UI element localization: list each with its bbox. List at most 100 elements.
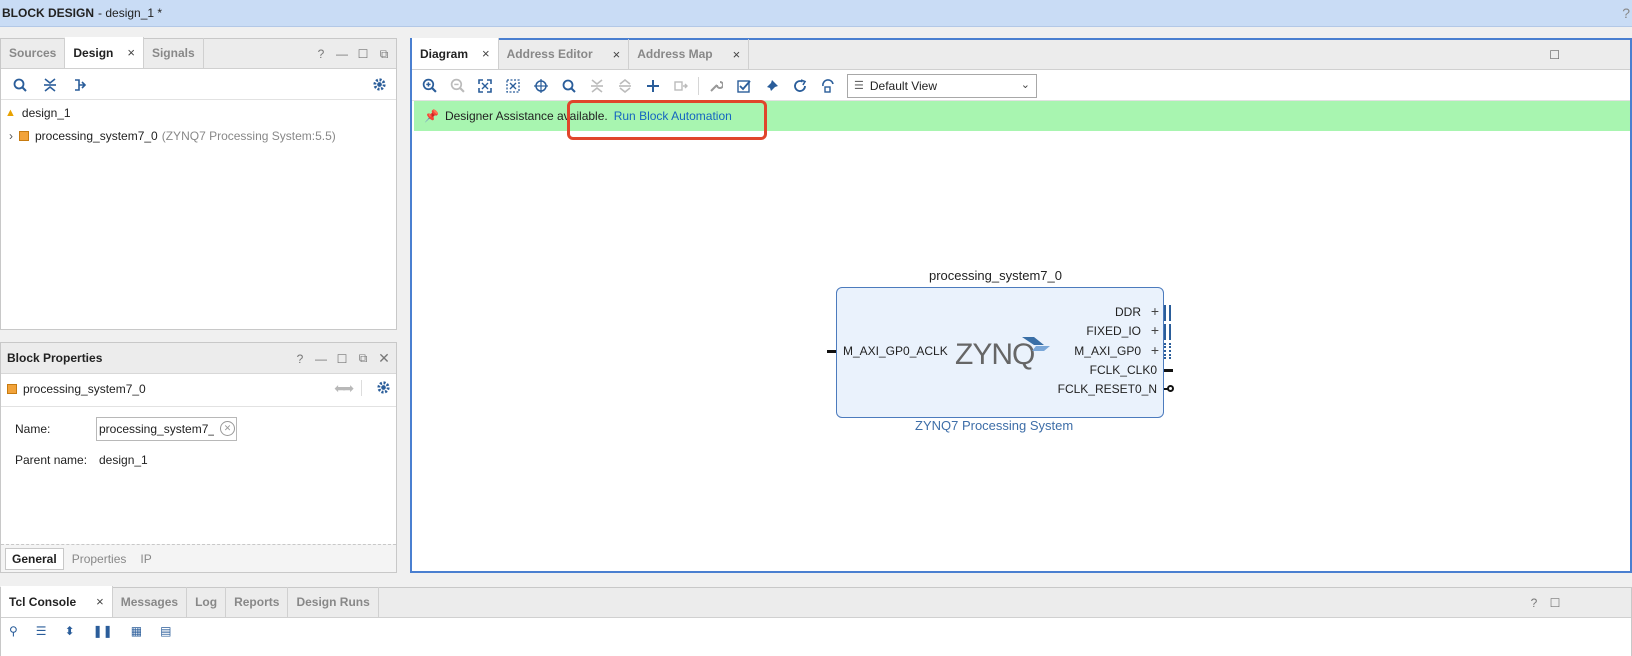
collapse-all-icon[interactable] xyxy=(584,74,610,98)
help-icon[interactable]: ? xyxy=(294,352,306,366)
tab-log[interactable]: Log xyxy=(187,587,227,617)
panel-window-controls: ? — ☐ ⧉ xyxy=(315,39,390,69)
minimize-icon[interactable]: — xyxy=(315,352,327,366)
tab-ip[interactable]: IP xyxy=(134,549,157,569)
tab-tcl-console[interactable]: Tcl Console × xyxy=(1,586,113,617)
port-ddr: DDR xyxy=(1115,305,1141,319)
collapse-all-icon[interactable]: ☰ xyxy=(36,624,47,638)
bus-pin-m-axi-gp0[interactable] xyxy=(1164,343,1171,359)
close-icon[interactable]: × xyxy=(96,594,104,609)
minimize-icon[interactable]: — xyxy=(336,47,348,61)
close-icon[interactable]: × xyxy=(127,45,135,60)
tab-design[interactable]: Design × xyxy=(65,37,144,68)
maximize-icon[interactable]: ☐ xyxy=(336,352,348,366)
zynq-logo-mark xyxy=(1022,337,1050,351)
pin-icon[interactable] xyxy=(759,74,785,98)
divider xyxy=(698,76,699,95)
gear-icon[interactable] xyxy=(376,380,390,398)
expand-all-icon[interactable]: ⬍ xyxy=(65,624,75,638)
divider xyxy=(361,380,362,396)
tab-sources[interactable]: Sources xyxy=(1,38,66,68)
chevron-right-icon[interactable]: › xyxy=(9,129,13,143)
pause-icon[interactable]: ❚❚ xyxy=(93,624,113,638)
console-tabs: Tcl Console × Messages Log Reports Design… xyxy=(1,586,1631,618)
properties-bottom-tabs: General Properties IP xyxy=(1,544,396,572)
tab-design-runs[interactable]: Design Runs xyxy=(288,587,379,617)
tab-diagram[interactable]: Diagram × xyxy=(412,38,499,69)
maximize-icon[interactable]: ☐ xyxy=(1549,596,1561,610)
pin-fclk-reset0-n[interactable] xyxy=(1164,384,1174,394)
properties-object-name: processing_system7_0 xyxy=(23,382,146,396)
collapse-all-icon[interactable] xyxy=(37,73,63,97)
block-instance-name: processing_system7_0 xyxy=(929,268,1062,283)
tab-address-editor[interactable]: Address Editor × xyxy=(499,39,630,69)
zoom-out-icon[interactable] xyxy=(444,74,470,98)
validate-icon[interactable] xyxy=(731,74,757,98)
add-module-icon[interactable] xyxy=(668,74,694,98)
forward-arrow-icon[interactable]: ➡ xyxy=(342,380,354,397)
zoom-area-icon[interactable] xyxy=(500,74,526,98)
clear-field-icon[interactable]: ✕ xyxy=(220,421,235,436)
tab-label: Reports xyxy=(234,595,280,609)
expand-port-icon[interactable]: + xyxy=(1151,303,1159,319)
regenerate-layout-icon[interactable] xyxy=(815,74,841,98)
bus-pin-fixed-io[interactable] xyxy=(1164,324,1171,340)
tab-signals[interactable]: Signals xyxy=(144,38,204,68)
pin-fclk-clk0[interactable] xyxy=(1164,369,1173,372)
close-icon[interactable]: ✕ xyxy=(378,350,390,367)
search-icon[interactable] xyxy=(556,74,582,98)
help-icon[interactable]: ? xyxy=(1528,596,1540,610)
properties-object-row: processing_system7_0 xyxy=(7,382,146,396)
port-fclk-reset0-n: FCLK_RESET0_N xyxy=(1057,382,1157,396)
float-icon[interactable]: ⧉ xyxy=(378,47,390,62)
search-icon[interactable]: ⚲ xyxy=(9,624,18,638)
zoom-fit-icon[interactable] xyxy=(472,74,498,98)
port-fclk-clk0: FCLK_CLK0 xyxy=(1089,363,1157,377)
refresh-icon[interactable] xyxy=(787,74,813,98)
zoom-in-icon[interactable] xyxy=(416,74,442,98)
tab-general[interactable]: General xyxy=(5,547,64,570)
view-dropdown[interactable]: ☰ Default View ⌄ xyxy=(847,73,1037,98)
float-icon[interactable]: ⧉ xyxy=(357,351,369,366)
expand-all-icon[interactable] xyxy=(612,74,638,98)
maximize-icon[interactable]: ☐ xyxy=(1549,48,1560,62)
help-icon[interactable]: ? xyxy=(315,47,327,61)
maximize-icon[interactable]: ☐ xyxy=(357,47,369,61)
clear-icon[interactable]: ▤ xyxy=(160,624,171,638)
panel-window-controls: ? ☐ xyxy=(1528,588,1561,618)
tab-properties[interactable]: Properties xyxy=(66,549,133,569)
divider xyxy=(1,406,396,407)
search-icon[interactable] xyxy=(7,73,33,97)
help-icon[interactable]: ? xyxy=(1622,5,1630,21)
console-toolbar: ⚲ ☰ ⬍ ❚❚ ▦ ▤ xyxy=(9,624,171,638)
port-m-axi-gp0: M_AXI_GP0 xyxy=(1074,344,1141,358)
tab-label: Address Editor xyxy=(506,47,593,61)
expand-port-icon[interactable]: + xyxy=(1151,322,1159,338)
gear-icon[interactable] xyxy=(366,73,392,97)
center-icon[interactable] xyxy=(528,74,554,98)
tab-address-map[interactable]: Address Map × xyxy=(629,39,750,69)
tab-messages[interactable]: Messages xyxy=(113,587,188,617)
close-icon[interactable]: × xyxy=(733,47,741,62)
wrench-icon[interactable] xyxy=(703,74,729,98)
tab-label: Log xyxy=(195,595,218,609)
save-icon[interactable]: ▦ xyxy=(131,624,142,638)
tab-label: Design Runs xyxy=(296,595,370,609)
tree-root-row[interactable]: ▲ design_1 xyxy=(5,106,71,120)
close-icon[interactable]: × xyxy=(613,47,621,62)
hierarchy-icon: ▲ xyxy=(5,107,16,119)
tab-label: Design xyxy=(73,45,114,60)
block-properties-panel: Block Properties ? — ☐ ⧉ ✕ processing_sy… xyxy=(0,342,397,573)
expand-all-icon[interactable] xyxy=(67,73,93,97)
window-subtitle: - design_1 * xyxy=(98,6,163,20)
tab-reports[interactable]: Reports xyxy=(226,587,289,617)
tree-child-row[interactable]: › processing_system7_0 (ZYNQ7 Processing… xyxy=(9,129,336,143)
ip-block[interactable]: M_AXI_GP0_ACLK ZYNQ DDR FIXED_IO M_AXI_G… xyxy=(836,287,1164,418)
bus-pin-ddr[interactable] xyxy=(1164,305,1171,321)
expand-port-icon[interactable]: + xyxy=(1151,342,1159,358)
add-ip-icon[interactable] xyxy=(640,74,666,98)
close-icon[interactable]: × xyxy=(482,46,490,61)
pin-aclk[interactable] xyxy=(827,350,836,353)
name-field[interactable] xyxy=(96,417,237,441)
port-fixed-io: FIXED_IO xyxy=(1086,324,1141,338)
